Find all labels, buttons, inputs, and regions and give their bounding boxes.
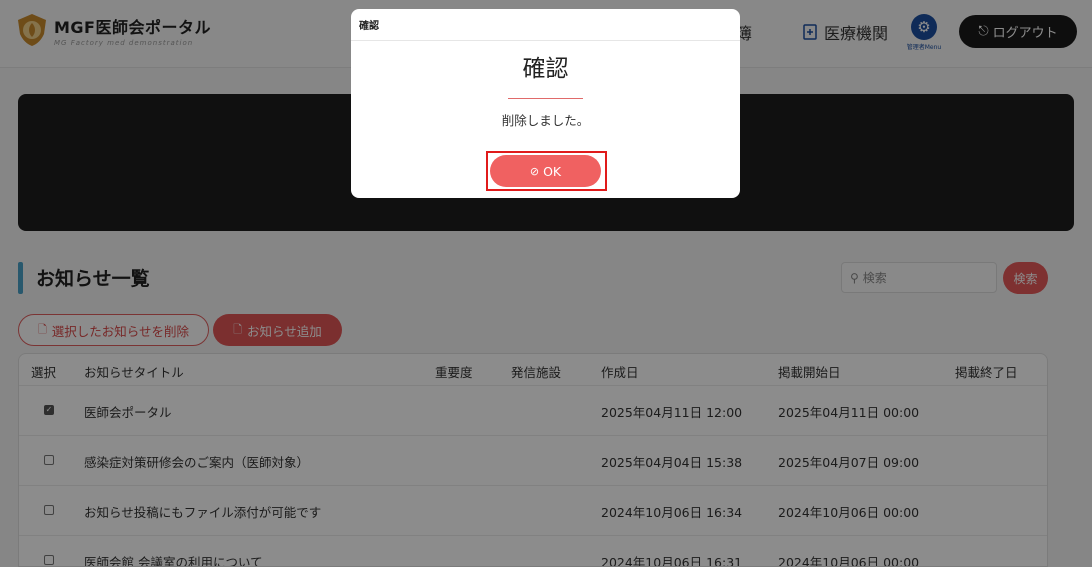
- dialog-message: 削除しました。: [501, 113, 590, 128]
- ok-label: OK: [543, 163, 562, 179]
- confirm-dialog: 確認 確認 削除しました。 ⊘ OK: [351, 9, 740, 198]
- dialog-title-underline: [508, 98, 583, 99]
- dialog-title: 確認: [522, 56, 569, 82]
- check-circle-icon: ⊘: [529, 164, 540, 178]
- ok-button[interactable]: ⊘ OK: [490, 155, 601, 187]
- dialog-header: 確認: [351, 9, 740, 41]
